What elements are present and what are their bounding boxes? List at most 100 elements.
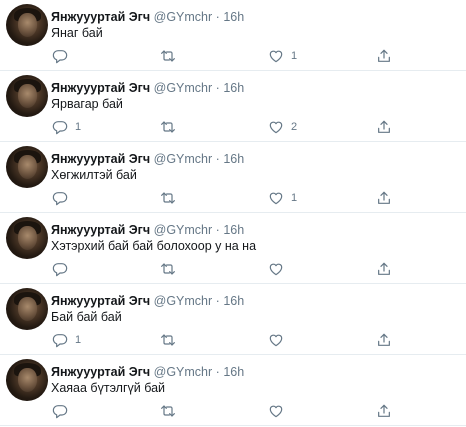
avatar[interactable] — [6, 217, 48, 259]
tweet[interactable]: Янжуууртай Эгч @GYmchr · 16h Бай бай бай… — [0, 284, 466, 355]
separator-dot: · — [215, 152, 220, 166]
like-button[interactable] — [268, 331, 291, 349]
tweet-actions: 1 2 — [0, 118, 466, 136]
timestamp[interactable]: 16h — [223, 223, 244, 237]
heart-icon — [269, 121, 283, 134]
share-icon — [378, 191, 390, 204]
author-handle[interactable]: @GYmchr — [154, 223, 213, 237]
author-name[interactable]: Янжуууртай Эгч — [51, 223, 150, 237]
avatar[interactable] — [6, 359, 48, 401]
reply-button[interactable]: 1 — [52, 118, 81, 136]
retweet-icon — [161, 192, 175, 204]
tweet-header: Янжуууртай Эгч @GYmchr · 16h — [51, 80, 244, 96]
author-handle[interactable]: @GYmchr — [154, 294, 213, 308]
tweet-actions: 1 — [0, 47, 466, 65]
avatar[interactable] — [6, 288, 48, 330]
tweet-header: Янжуууртай Эгч @GYmchr · 16h — [51, 364, 244, 380]
retweet-button[interactable] — [160, 189, 183, 207]
share-button[interactable] — [376, 47, 392, 65]
avatar[interactable] — [6, 146, 48, 188]
author-name[interactable]: Янжуууртай Эгч — [51, 294, 150, 308]
heart-icon — [269, 263, 283, 276]
separator-dot: · — [215, 81, 220, 95]
reply-icon — [52, 121, 68, 135]
avatar[interactable] — [6, 75, 48, 117]
tweet[interactable]: Янжуууртай Эгч @GYmchr · 16h Янаг бай 1 — [0, 0, 466, 71]
reply-icon — [52, 334, 68, 348]
share-icon — [378, 49, 390, 62]
heart-icon — [269, 50, 283, 63]
author-handle[interactable]: @GYmchr — [154, 152, 213, 166]
like-button[interactable]: 1 — [268, 189, 297, 207]
timestamp[interactable]: 16h — [223, 152, 244, 166]
separator-dot: · — [215, 365, 220, 379]
reply-button[interactable] — [52, 47, 75, 65]
retweet-button[interactable] — [160, 402, 183, 420]
like-button[interactable]: 2 — [268, 118, 297, 136]
separator-dot: · — [215, 294, 220, 308]
reply-button[interactable] — [52, 260, 75, 278]
tweet-header: Янжуууртай Эгч @GYmchr · 16h — [51, 151, 244, 167]
tweet-text: Хэтэрхий бай бай болохоор у на на — [51, 239, 257, 253]
reply-button[interactable] — [52, 402, 75, 420]
reply-icon — [52, 192, 68, 206]
share-button[interactable] — [376, 260, 392, 278]
author-name[interactable]: Янжуууртай Эгч — [51, 10, 150, 24]
reply-count: 1 — [75, 334, 82, 346]
tweet-actions: 1 — [0, 331, 466, 349]
timestamp[interactable]: 16h — [223, 365, 244, 379]
author-name[interactable]: Янжуууртай Эгч — [51, 365, 150, 379]
retweet-icon — [161, 263, 175, 275]
tweet-header: Янжуууртай Эгч @GYmchr · 16h — [51, 293, 244, 309]
tweet[interactable]: Янжуууртай Эгч @GYmchr · 16h Хаяаа бүтэл… — [0, 355, 466, 426]
tweet-actions — [0, 402, 466, 420]
separator-dot: · — [215, 223, 220, 237]
reply-icon — [52, 263, 68, 277]
tweet-actions — [0, 260, 466, 278]
share-button[interactable] — [376, 118, 392, 136]
reply-button[interactable]: 1 — [52, 331, 81, 349]
retweet-button[interactable] — [160, 118, 183, 136]
tweet-text: Хөгжилтэй бай — [51, 168, 137, 182]
reply-button[interactable] — [52, 189, 75, 207]
like-button[interactable]: 1 — [268, 47, 297, 65]
reply-icon — [52, 405, 68, 419]
share-button[interactable] — [376, 189, 392, 207]
tweet-text: Янаг бай — [51, 26, 103, 40]
timestamp[interactable]: 16h — [223, 81, 244, 95]
reply-count: 1 — [75, 121, 82, 133]
heart-icon — [269, 192, 283, 205]
share-icon — [378, 120, 390, 133]
tweet-header: Янжуууртай Эгч @GYmchr · 16h — [51, 222, 244, 238]
like-count: 2 — [291, 121, 298, 133]
tweet-text: Хаяаа бүтэлгүй бай — [51, 381, 166, 395]
tweet[interactable]: Янжуууртай Эгч @GYmchr · 16h Хөгжилтэй б… — [0, 142, 466, 213]
tweet[interactable]: Янжуууртай Эгч @GYmchr · 16h Хэтэрхий ба… — [0, 213, 466, 284]
tweet-actions: 1 — [0, 189, 466, 207]
like-count: 1 — [291, 192, 298, 204]
tweet-text: Ярвагар бай — [51, 97, 123, 111]
retweet-button[interactable] — [160, 331, 183, 349]
retweet-icon — [161, 121, 175, 133]
author-handle[interactable]: @GYmchr — [154, 81, 213, 95]
retweet-icon — [161, 405, 175, 417]
retweet-icon — [161, 334, 175, 346]
like-button[interactable] — [268, 260, 291, 278]
timestamp[interactable]: 16h — [223, 294, 244, 308]
like-count: 1 — [291, 50, 298, 62]
share-icon — [378, 262, 390, 275]
heart-icon — [269, 405, 283, 418]
tweet[interactable]: Янжуууртай Эгч @GYmchr · 16h Ярвагар бай… — [0, 71, 466, 142]
retweet-button[interactable] — [160, 47, 183, 65]
author-name[interactable]: Янжуууртай Эгч — [51, 152, 150, 166]
like-button[interactable] — [268, 402, 291, 420]
author-name[interactable]: Янжуууртай Эгч — [51, 81, 150, 95]
share-button[interactable] — [376, 331, 392, 349]
tweet-text: Бай бай бай — [51, 310, 122, 324]
author-handle[interactable]: @GYmchr — [154, 365, 213, 379]
retweet-button[interactable] — [160, 260, 183, 278]
author-handle[interactable]: @GYmchr — [154, 10, 213, 24]
avatar[interactable] — [6, 4, 48, 46]
timestamp[interactable]: 16h — [223, 10, 244, 24]
share-button[interactable] — [376, 402, 392, 420]
